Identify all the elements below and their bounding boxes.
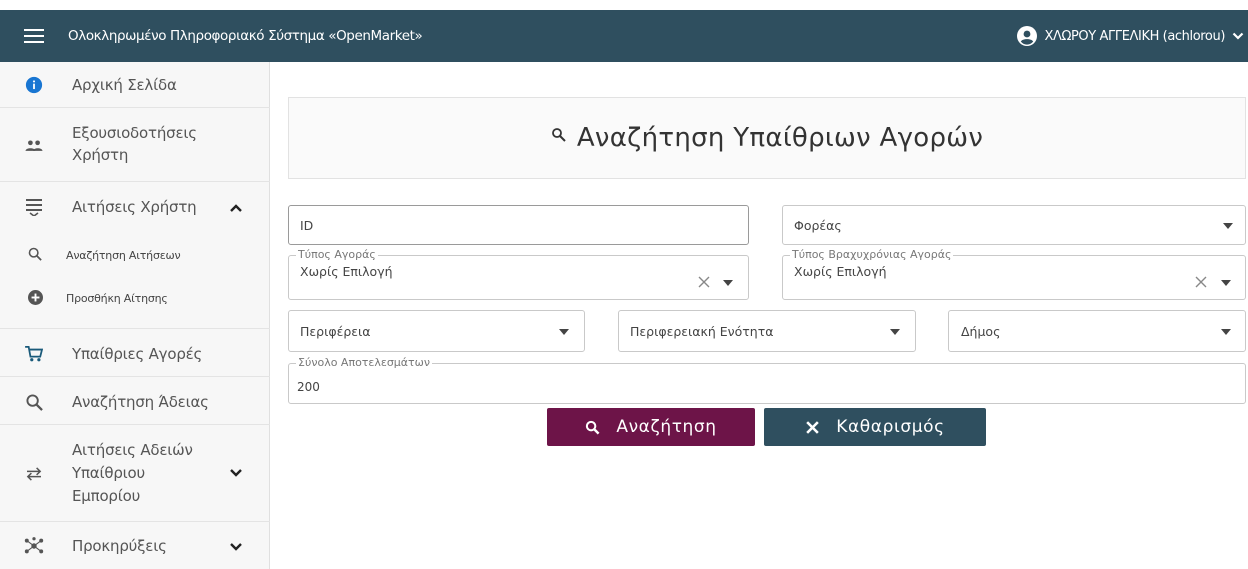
results-value: 200	[297, 380, 320, 394]
sidebar-item-label: Προκηρύξεις	[72, 537, 167, 555]
sidebar-item-add-application[interactable]: Προσθήκη Αίτησης	[0, 275, 270, 329]
main-content: Αναζήτηση Υπαίθριων Αγορών ID Φορέας Τύπ…	[271, 62, 1248, 569]
short-market-type-select[interactable]: Τύπος Βραχυχρόνιας Αγοράς Χωρίς Επιλογή	[782, 248, 1246, 300]
foreas-select[interactable]: Φορέας	[782, 205, 1246, 245]
sidebar-item-label: Υπαίθριες Αγορές	[72, 345, 203, 363]
search-icon	[551, 128, 566, 142]
sidebar-item-label-line2: Υπαίθριου	[72, 464, 145, 482]
market-type-legend: Τύπος Αγοράς	[296, 248, 378, 262]
results-legend: Σύνολο Αποτελεσμάτων	[296, 356, 433, 370]
hamburger-menu-icon[interactable]	[0, 28, 68, 44]
region-select[interactable]: Περιφέρεια	[288, 310, 585, 352]
search-button[interactable]: Αναζήτηση	[547, 408, 755, 446]
dropdown-arrow-icon	[1221, 329, 1231, 335]
add-circle-icon	[27, 289, 43, 305]
page-header: Αναζήτηση Υπαίθριων Αγορών	[288, 97, 1246, 179]
search-button-label: Αναζήτηση	[616, 417, 717, 437]
top-bar: Ολοκληρωμένο Πληροφοριακό Σύστημα «OpenM…	[0, 0, 1248, 62]
app-header: Ολοκληρωμένο Πληροφοριακό Σύστημα «OpenM…	[0, 10, 1248, 62]
regional-unit-placeholder: Περιφερειακή Ενότητα	[630, 324, 774, 339]
sidebar-item-label-line2: Χρήστη	[72, 146, 129, 164]
search-icon	[586, 420, 600, 434]
list-icon	[24, 197, 44, 217]
sidebar-item-search-applications[interactable]: Αναζήτηση Αιτήσεων	[0, 233, 270, 275]
results-count-input[interactable]: Σύνολο Αποτελεσμάτων 200	[288, 356, 1246, 404]
sidebar-item-user-applications[interactable]: Αιτήσεις Χρήστη	[0, 183, 270, 233]
chevron-down-icon	[230, 469, 242, 477]
id-placeholder: ID	[300, 218, 314, 233]
short-market-type-value: Χωρίς Επιλογή	[794, 264, 887, 279]
short-market-type-legend: Τύπος Βραχυχρόνιας Αγοράς	[790, 248, 954, 262]
dropdown-arrow-icon	[559, 329, 569, 335]
user-menu[interactable]: ΧΛΩΡΟΥ ΑΓΓΕΛΙΚΗ (achlorou)	[1017, 10, 1244, 62]
region-placeholder: Περιφέρεια	[300, 324, 371, 339]
chevron-down-icon	[1232, 32, 1244, 40]
municipality-select[interactable]: Δήμος	[948, 310, 1246, 352]
search-icon	[27, 246, 43, 262]
people-icon	[24, 135, 44, 155]
dropdown-arrow-icon	[890, 329, 900, 335]
chevron-up-icon	[230, 204, 242, 212]
close-icon	[806, 420, 820, 434]
regional-unit-select[interactable]: Περιφερειακή Ενότητα	[618, 310, 916, 352]
market-type-select[interactable]: Τύπος Αγοράς Χωρίς Επιλογή	[288, 248, 749, 300]
municipality-placeholder: Δήμος	[961, 324, 1001, 339]
network-icon	[24, 536, 44, 556]
sidebar-item-label: Αναζήτηση Άδειας	[72, 393, 209, 411]
sidebar-item-outdoor-markets[interactable]: Υπαίθριες Αγορές	[0, 330, 270, 377]
clear-icon[interactable]	[1195, 276, 1207, 288]
dropdown-arrow-icon[interactable]	[723, 280, 733, 286]
sidebar-item-authorizations[interactable]: Εξουσιοδοτήσεις Χρήστη	[0, 109, 270, 182]
sidebar-item-search-license[interactable]: Αναζήτηση Άδειας	[0, 378, 270, 425]
sidebar-item-label: Εξουσιοδοτήσεις	[72, 124, 197, 142]
clear-icon[interactable]	[698, 276, 710, 288]
chevron-down-icon	[230, 543, 242, 551]
page-title: Αναζήτηση Υπαίθριων Αγορών	[576, 123, 984, 153]
id-input[interactable]: ID	[288, 205, 749, 245]
clear-button[interactable]: Καθαρισμός	[764, 408, 986, 446]
sidebar-item-outdoor-trade-licenses[interactable]: Αιτήσεις Αδειών Υπαίθριου Εμπορίου	[0, 426, 270, 522]
foreas-placeholder: Φορέας	[794, 218, 842, 233]
clear-button-label: Καθαρισμός	[836, 417, 945, 437]
sidebar-item-announcements[interactable]: Προκηρύξεις	[0, 523, 270, 569]
sidebar-item-label: Αιτήσεις Χρήστη	[72, 198, 197, 216]
dropdown-arrow-icon	[1223, 223, 1233, 229]
sidebar-item-label: Αιτήσεις Αδειών	[72, 441, 193, 459]
sidebar-item-label: Αναζήτηση Αιτήσεων	[66, 249, 181, 262]
sidebar-item-label: Αρχική Σελίδα	[72, 76, 177, 94]
market-type-value: Χωρίς Επιλογή	[300, 264, 393, 279]
user-name: ΧΛΩΡΟΥ ΑΓΓΕΛΙΚΗ (achlorou)	[1044, 28, 1225, 44]
sidebar: Αρχική Σελίδα Εξουσιοδοτήσεις Χρήστη Αιτ…	[0, 62, 270, 569]
app-title: Ολοκληρωμένο Πληροφοριακό Σύστημα «OpenM…	[68, 28, 423, 44]
account-circle-icon	[1017, 26, 1038, 46]
cart-icon	[24, 344, 44, 364]
sidebar-item-home[interactable]: Αρχική Σελίδα	[0, 62, 270, 108]
sidebar-item-label: Προσθήκη Αίτησης	[66, 292, 168, 305]
info-icon	[24, 75, 44, 95]
search-icon	[24, 392, 44, 412]
swap-icon	[24, 464, 44, 484]
dropdown-arrow-icon[interactable]	[1221, 280, 1231, 286]
sidebar-item-label-line3: Εμπορίου	[72, 487, 141, 505]
